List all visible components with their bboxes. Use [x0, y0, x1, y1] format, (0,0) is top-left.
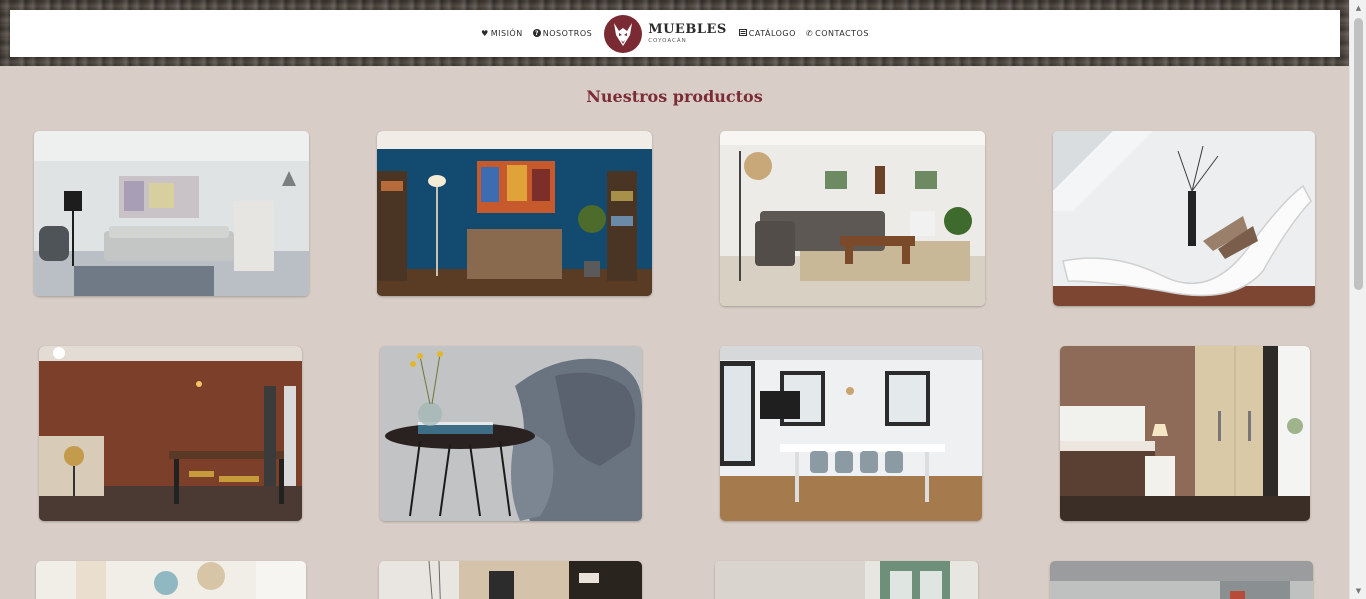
svg-text:?: ? — [535, 30, 539, 37]
nav-item-nosotros[interactable]: ? Nosotros — [532, 28, 593, 39]
scroll-up-icon[interactable]: ▲ — [1350, 0, 1366, 16]
product-image-row3-4[interactable] — [1050, 561, 1313, 599]
product-image-living-room[interactable] — [34, 131, 309, 296]
logo-title: MUEBLES — [648, 21, 727, 37]
scroll-down-icon[interactable]: ▼ — [1350, 583, 1366, 599]
navbar: ♥ Misión ? Nosotros — [10, 10, 1340, 57]
page-title: Nuestros productos — [586, 87, 763, 106]
nav-item-label: Nosotros — [542, 29, 593, 38]
nav-item-label: Misión — [490, 29, 523, 38]
nav-item-label: Catálogo — [748, 29, 796, 38]
question-icon: ? — [532, 28, 541, 39]
nav-menu: ♥ Misión ? Nosotros — [10, 10, 1340, 57]
heart-icon: ♥ — [481, 29, 489, 38]
nav-item-catalogo[interactable]: Catálogo — [738, 29, 796, 38]
product-image-side-table[interactable] — [380, 346, 642, 521]
header-wood-banner: ♥ Misión ? Nosotros — [0, 0, 1349, 66]
catalog-icon — [738, 29, 747, 38]
wolf-logo-icon — [604, 14, 643, 53]
product-image-sectional-sofa[interactable] — [720, 131, 985, 306]
product-image-white-chaise[interactable] — [1053, 131, 1315, 306]
product-image-blue-wall[interactable] — [377, 131, 652, 296]
product-image-brick-dining[interactable] — [39, 346, 302, 521]
product-image-row3-1[interactable] — [36, 561, 306, 599]
product-image-bedroom[interactable] — [1060, 346, 1310, 521]
logo-subtitle: COYOACÁN — [648, 37, 687, 44]
brand-logo[interactable]: MUEBLES COYOACÁN — [604, 14, 727, 53]
page-scrollbar[interactable]: ▲ ▼ — [1349, 0, 1366, 599]
phone-icon: ✆ — [805, 29, 814, 38]
scroll-thumb[interactable] — [1354, 18, 1363, 290]
product-image-row3-2[interactable] — [379, 561, 642, 599]
product-image-row3-3[interactable] — [715, 561, 978, 599]
nav-item-label: Contactos — [815, 29, 869, 38]
product-image-white-dining[interactable] — [720, 346, 982, 521]
nav-item-mision[interactable]: ♥ Misión — [481, 29, 533, 38]
nav-item-contactos[interactable]: ✆ Contactos — [806, 29, 869, 38]
